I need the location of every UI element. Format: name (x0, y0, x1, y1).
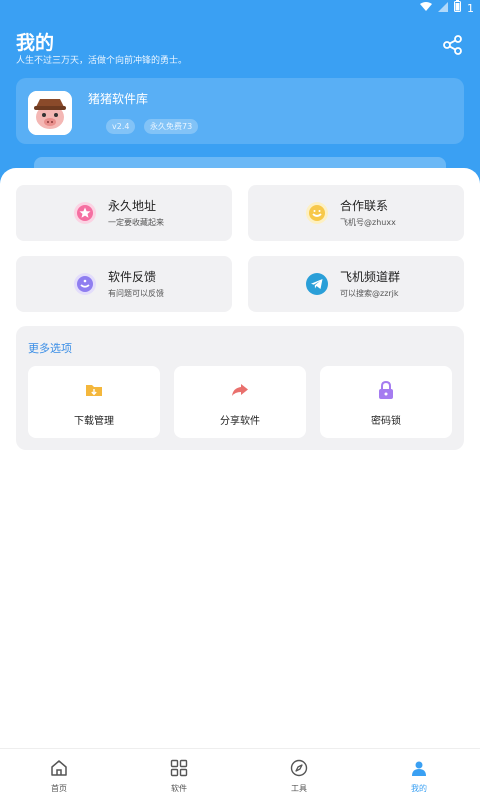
profile-icon (410, 759, 428, 777)
battery-icon (454, 0, 461, 18)
share-software-button[interactable]: 分享软件 (174, 366, 306, 438)
tab-home[interactable]: 首页 (29, 755, 89, 799)
bottom-tab-bar: 首页 软件 工具 我的 (0, 748, 480, 800)
tab-mine[interactable]: 我的 (389, 755, 449, 799)
option-label: 密码锁 (371, 416, 401, 427)
menu-card-subtitle: 可以搜索@zzrjk (340, 289, 399, 298)
tab-tools[interactable]: 工具 (269, 755, 329, 799)
free-badge: 永久免费73 (144, 119, 199, 134)
tab-label: 软件 (171, 784, 187, 793)
profile-card[interactable]: 猪猪软件库 v2.4 永久免费73 (16, 78, 464, 144)
password-lock-button[interactable]: 密码锁 (320, 366, 452, 438)
more-options-panel: 更多选项 下载管理 分享软件 密码锁 (16, 326, 464, 450)
compass-icon (290, 759, 308, 777)
grid-icon (170, 759, 188, 777)
feedback-icon (73, 272, 97, 296)
status-bar: 1 (420, 0, 474, 18)
download-folder-icon (84, 380, 104, 400)
content-sheet (0, 168, 480, 748)
tab-label: 我的 (411, 784, 427, 793)
menu-card-permanent-address[interactable]: 永久地址 一定要收藏起来 (16, 185, 232, 241)
smile-icon (305, 201, 329, 225)
version-badge: v2.4 (106, 119, 136, 134)
menu-card-contact[interactable]: 合作联系 飞机号@zhuxx (248, 185, 464, 241)
menu-card-subtitle: 飞机号@zhuxx (340, 218, 396, 227)
signal-icon (438, 0, 448, 18)
more-options-title: 更多选项 (28, 342, 72, 355)
telegram-icon (305, 272, 329, 296)
menu-card-title: 软件反馈 (108, 270, 157, 284)
pig-avatar-icon (28, 91, 72, 135)
lock-icon (376, 380, 396, 400)
share-icon[interactable] (442, 34, 464, 56)
share-arrow-icon (230, 380, 250, 400)
menu-card-subtitle: 有问题可以反馈 (108, 289, 164, 298)
download-manager-button[interactable]: 下载管理 (28, 366, 160, 438)
tab-label: 首页 (51, 784, 67, 793)
menu-card-telegram-group[interactable]: 飞机频道群 可以搜索@zzrjk (248, 256, 464, 312)
tab-label: 工具 (291, 784, 307, 793)
page-title: 我的 (16, 32, 55, 54)
menu-card-subtitle: 一定要收藏起来 (108, 218, 164, 227)
status-time: 1 (467, 2, 474, 15)
tab-software[interactable]: 软件 (149, 755, 209, 799)
menu-card-feedback[interactable]: 软件反馈 有问题可以反馈 (16, 256, 232, 312)
option-label: 分享软件 (220, 416, 260, 427)
menu-card-title: 飞机频道群 (340, 270, 401, 284)
home-icon (50, 759, 68, 777)
option-label: 下载管理 (74, 416, 114, 427)
wifi-icon (420, 0, 432, 18)
page-subtitle: 人生不过三万天，活做个向前冲锋的勇士。 (16, 56, 188, 66)
profile-name: 猪猪软件库 (88, 92, 149, 106)
menu-card-title: 永久地址 (108, 199, 157, 213)
star-icon (73, 201, 97, 225)
menu-card-title: 合作联系 (340, 199, 389, 213)
